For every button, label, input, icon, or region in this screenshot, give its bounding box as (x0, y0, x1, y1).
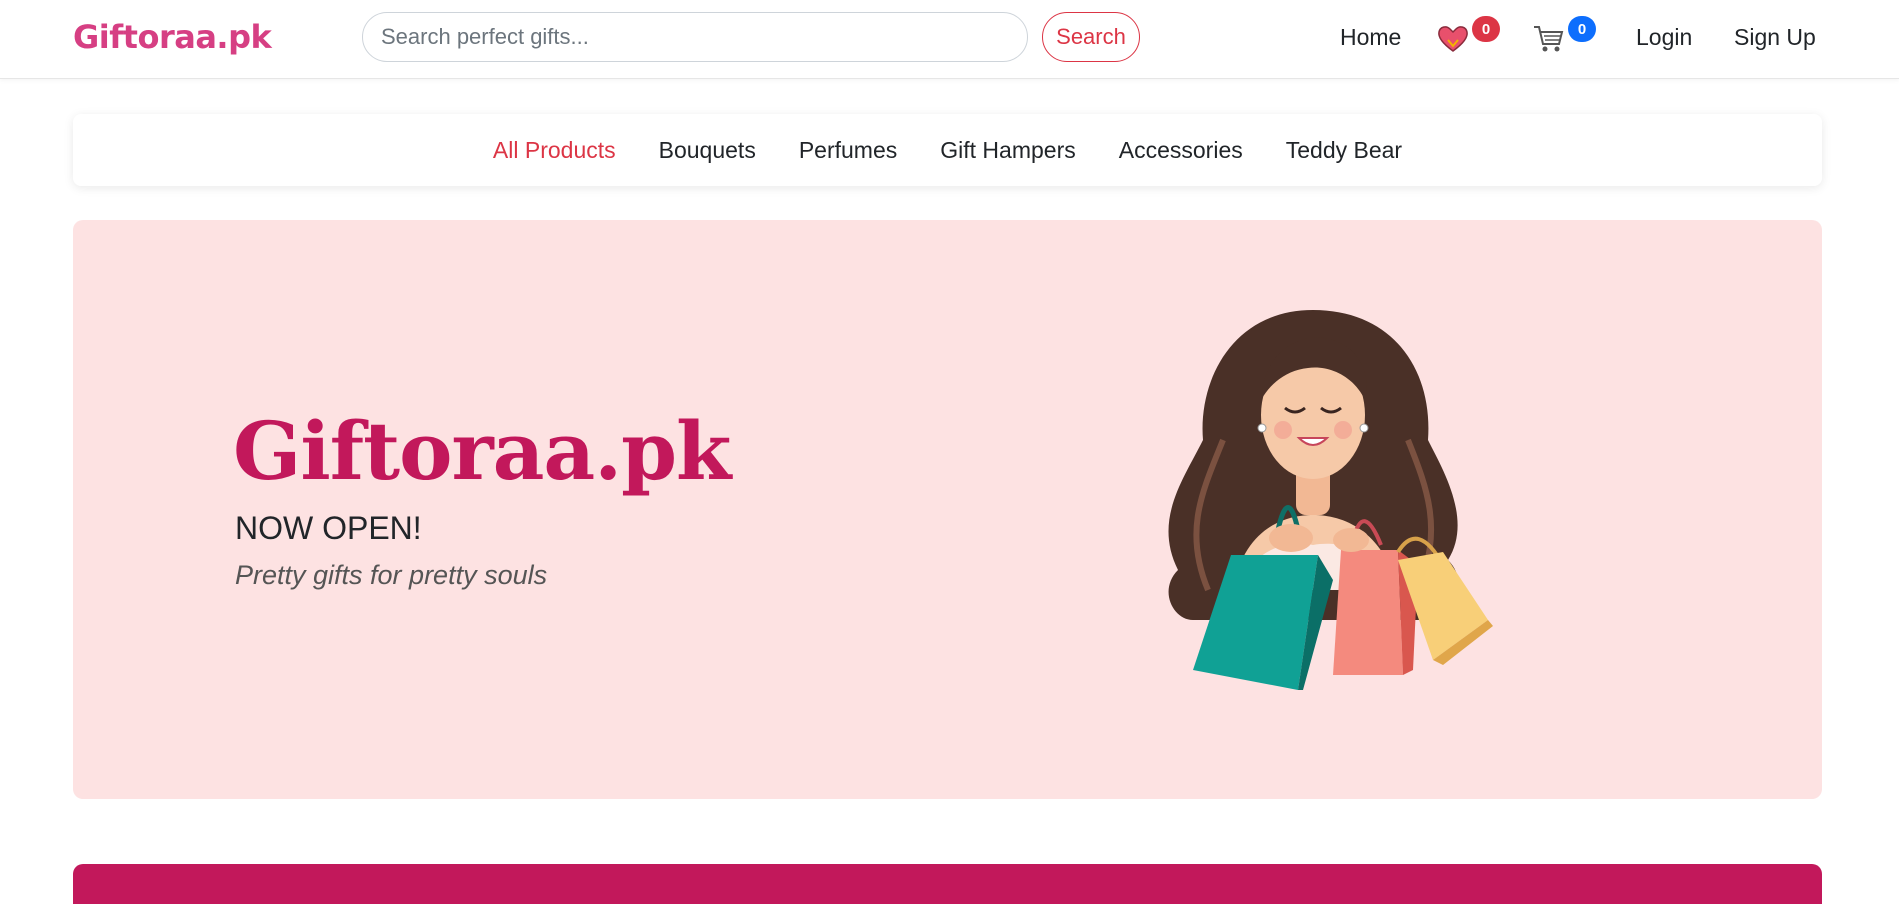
cart-button[interactable]: 0 (1532, 16, 1596, 58)
wishlist-button[interactable]: 0 (1436, 16, 1500, 58)
cart-icon (1534, 26, 1564, 52)
hero-tagline: Pretty gifts for pretty souls (235, 560, 548, 590)
cart-count-badge: 0 (1568, 16, 1596, 42)
hero-title: Giftoraa.pk (233, 404, 731, 498)
search-input[interactable] (362, 12, 1028, 62)
category-all-products[interactable]: All Products (493, 137, 616, 164)
category-teddy-bear[interactable]: Teddy Bear (1286, 137, 1402, 164)
hero-banner: Giftoraa.pk NOW OPEN! Pretty gifts for p… (73, 220, 1822, 799)
category-accessories[interactable]: Accessories (1119, 137, 1243, 164)
wishlist-count-badge: 0 (1472, 16, 1500, 42)
top-navbar: Giftoraa.pk Search Home 0 0 Login Sign U… (0, 0, 1899, 79)
hero-subtitle: NOW OPEN! (235, 510, 422, 546)
category-perfumes[interactable]: Perfumes (799, 137, 897, 164)
nav-home-link[interactable]: Home (1340, 24, 1401, 51)
next-section-banner (73, 864, 1822, 904)
category-gift-hampers[interactable]: Gift Hampers (940, 137, 1075, 164)
search-button[interactable]: Search (1042, 12, 1140, 62)
category-bar: All Products Bouquets Perfumes Gift Hamp… (73, 114, 1822, 186)
shopping-woman-illustration (1168, 310, 1493, 690)
category-bouquets[interactable]: Bouquets (659, 137, 756, 164)
heart-icon (1438, 26, 1468, 52)
brand-logo[interactable]: Giftoraa.pk (73, 18, 272, 56)
nav-login-link[interactable]: Login (1636, 24, 1692, 51)
nav-signup-link[interactable]: Sign Up (1734, 24, 1816, 51)
